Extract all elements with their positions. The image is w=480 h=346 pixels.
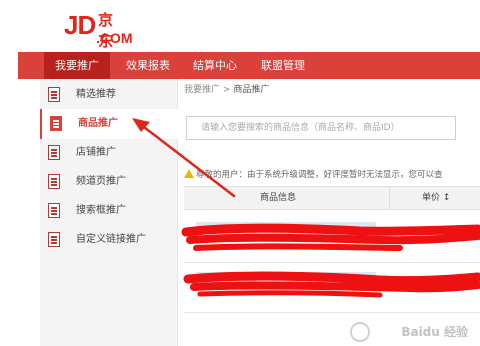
redaction-scribble xyxy=(181,223,480,298)
watermark-text: Baidu 经验 xyxy=(401,325,468,339)
annotation-arrow xyxy=(132,118,236,198)
annotation-overlay xyxy=(132,118,480,298)
watermark-logo xyxy=(350,322,370,342)
page: JD 京东 .COM 我要推广 效果报表 结算中心 联盟管理 精选推荐 商品推广… xyxy=(0,0,480,346)
